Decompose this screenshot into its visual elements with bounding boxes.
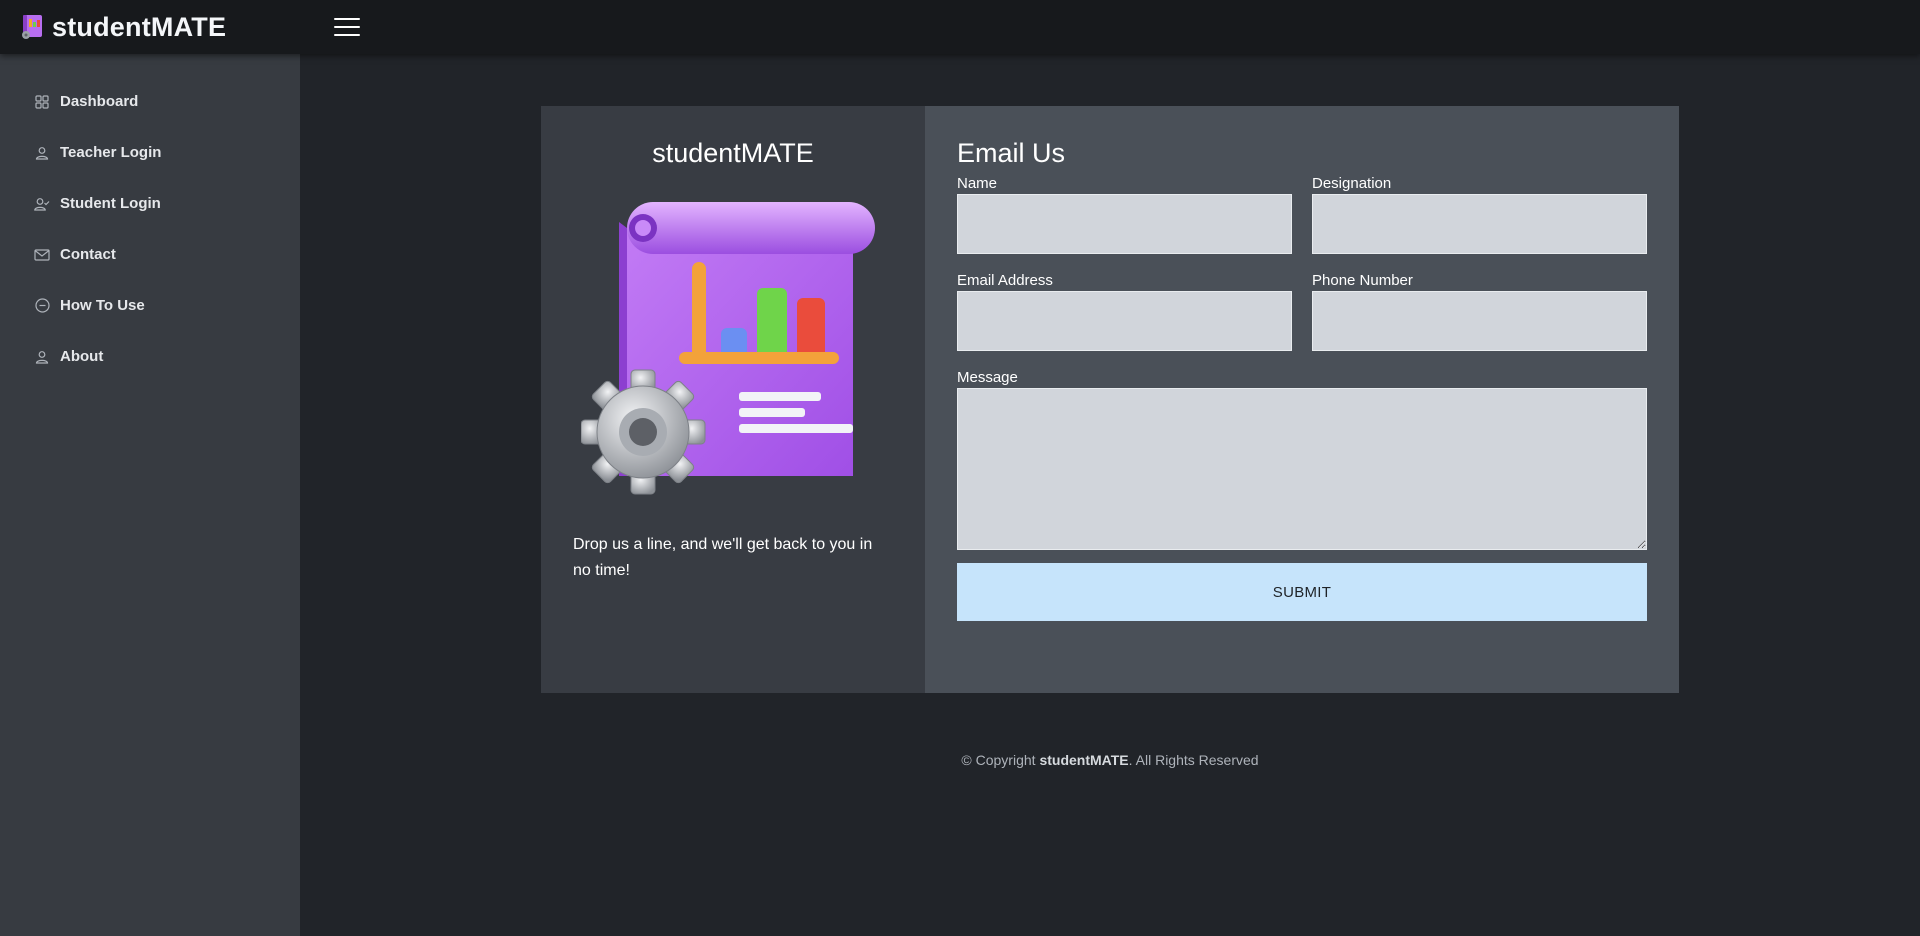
phone-input[interactable]: [1312, 291, 1647, 351]
form-title: Email Us: [957, 138, 1066, 168]
name-label: Name: [957, 175, 998, 192]
brand-link[interactable]: studentMATE: [20, 12, 310, 43]
person-check-icon: [34, 196, 50, 212]
message-textarea[interactable]: [957, 388, 1647, 550]
sidebar-item-how-to-use[interactable]: How To Use: [0, 280, 300, 331]
sidebar-item-dashboard[interactable]: Dashboard: [0, 76, 300, 127]
phone-label: Phone Number: [1312, 272, 1413, 289]
person-icon: [34, 349, 50, 365]
footer-copyright: © Copyright studentMATE. All Rights Rese…: [300, 752, 1920, 768]
person-icon: [34, 145, 50, 161]
sidebar-item-label: Teacher Login: [60, 144, 162, 161]
sidebar-item-label: Student Login: [60, 195, 161, 212]
contact-card: studentMATE Drop us a line, and we'll ge…: [541, 106, 1679, 693]
copyright-prefix: © Copyright: [961, 752, 1036, 768]
email-label: Email Address: [957, 272, 1053, 289]
sidebar-item-student-login[interactable]: Student Login: [0, 178, 300, 229]
submit-button[interactable]: SUBMIT: [957, 563, 1647, 621]
report-gear-illustration: [581, 202, 875, 495]
dash-circle-icon: [34, 298, 50, 314]
brand-name: studentMATE: [52, 11, 227, 42]
email-form-panel: Email Us Name Designation Email Address …: [925, 106, 1679, 693]
book-icon: [22, 15, 42, 39]
designation-input[interactable]: [1312, 194, 1647, 254]
hamburger-icon[interactable]: [334, 16, 360, 38]
envelope-icon: [34, 247, 50, 263]
contact-info-panel: studentMATE Drop us a line, and we'll ge…: [541, 106, 925, 693]
sidebar-item-label: How To Use: [60, 297, 145, 314]
top-navbar: studentMATE: [0, 0, 1920, 54]
sidebar-item-label: Dashboard: [60, 93, 139, 110]
grid-icon: [34, 94, 50, 110]
info-tagline: Drop us a line, and we'll get back to yo…: [573, 536, 873, 579]
email-input[interactable]: [957, 291, 1292, 351]
sidebar-item-about[interactable]: About: [0, 331, 300, 382]
sidebar: Dashboard Teacher Login Student Login Co…: [0, 54, 300, 936]
copyright-brand: studentMATE: [1039, 752, 1129, 768]
info-title: studentMATE: [652, 138, 814, 168]
sidebar-item-label: Contact: [60, 246, 116, 263]
sidebar-item-label: About: [60, 348, 104, 365]
name-input[interactable]: [957, 194, 1292, 254]
designation-label: Designation: [1312, 175, 1392, 192]
sidebar-item-contact[interactable]: Contact: [0, 229, 300, 280]
message-label: Message: [957, 369, 1018, 386]
sidebar-item-teacher-login[interactable]: Teacher Login: [0, 127, 300, 178]
copyright-suffix: . All Rights Reserved: [1128, 752, 1259, 768]
